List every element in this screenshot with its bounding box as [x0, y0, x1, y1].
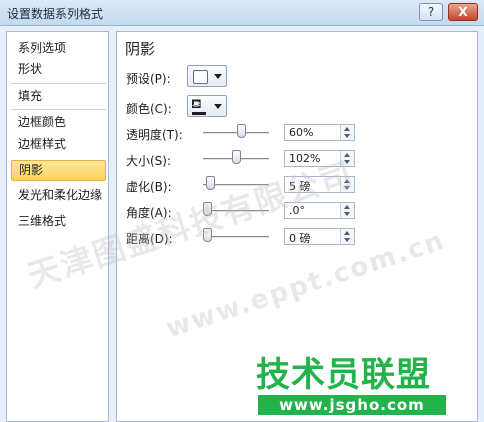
spin-down-icon[interactable]: [344, 212, 350, 216]
panel-heading: 阴影: [125, 40, 156, 58]
color-dropdown[interactable]: ⛾: [187, 95, 227, 117]
sidebar-divider: [11, 109, 106, 110]
spin-up-icon[interactable]: [344, 231, 350, 235]
transparency-spinbox[interactable]: 60%: [284, 124, 355, 141]
title-bar: 设置数据系列格式 ? X: [0, 0, 484, 26]
sidebar-item-border-style[interactable]: 边框样式: [11, 134, 106, 155]
sidebar-item-glow-soft-edges[interactable]: 发光和柔化边缘: [11, 185, 106, 206]
distance-value: 0 磅: [289, 232, 311, 245]
chevron-down-icon: [214, 104, 222, 109]
sidebar-item-shape[interactable]: 形状: [11, 59, 106, 80]
spin-arrows[interactable]: [340, 203, 354, 218]
chevron-down-icon: [214, 74, 222, 79]
spin-arrows[interactable]: [340, 229, 354, 244]
spin-down-icon[interactable]: [344, 134, 350, 138]
window-title: 设置数据系列格式: [7, 7, 104, 21]
blur-slider-thumb[interactable]: [205, 176, 215, 190]
sidebar-item-series-options[interactable]: 系列选项: [11, 38, 106, 59]
transparency-value: 60%: [289, 126, 314, 139]
color-indicator: [192, 112, 206, 115]
blur-label: 虚化(B):: [126, 180, 172, 194]
transparency-label: 透明度(T):: [126, 128, 183, 142]
transparency-slider-thumb[interactable]: [237, 124, 247, 138]
distance-spinbox[interactable]: 0 磅: [284, 228, 355, 245]
category-sidebar: 系列选项 形状 填充 边框颜色 边框样式 阴影 发光和柔化边缘 三维格式: [6, 31, 109, 422]
paint-bucket-icon: ⛾: [191, 97, 202, 112]
spin-down-icon[interactable]: [344, 238, 350, 242]
sidebar-item-3d-format[interactable]: 三维格式: [11, 211, 106, 232]
spin-up-icon[interactable]: [344, 127, 350, 131]
logo-text: 技术员联盟: [256, 355, 431, 395]
sidebar-item-shadow[interactable]: 阴影: [11, 160, 106, 181]
size-slider-thumb[interactable]: [231, 150, 241, 164]
spin-arrows[interactable]: [340, 125, 354, 140]
help-button[interactable]: ?: [419, 3, 443, 21]
color-label: 颜色(C):: [126, 102, 172, 116]
spin-up-icon[interactable]: [344, 205, 350, 209]
shadow-preset-swatch: [193, 70, 208, 84]
sidebar-divider: [11, 83, 106, 84]
sidebar-item-border-color[interactable]: 边框颜色: [11, 112, 106, 133]
close-button[interactable]: X: [448, 3, 478, 21]
preset-label: 预设(P):: [126, 72, 171, 86]
logo-url: www.jsgho.com: [258, 395, 446, 415]
sidebar-item-fill[interactable]: 填充: [11, 86, 106, 107]
size-label: 大小(S):: [126, 154, 172, 168]
transparency-slider-track[interactable]: [203, 132, 269, 134]
preset-dropdown[interactable]: [187, 65, 227, 87]
